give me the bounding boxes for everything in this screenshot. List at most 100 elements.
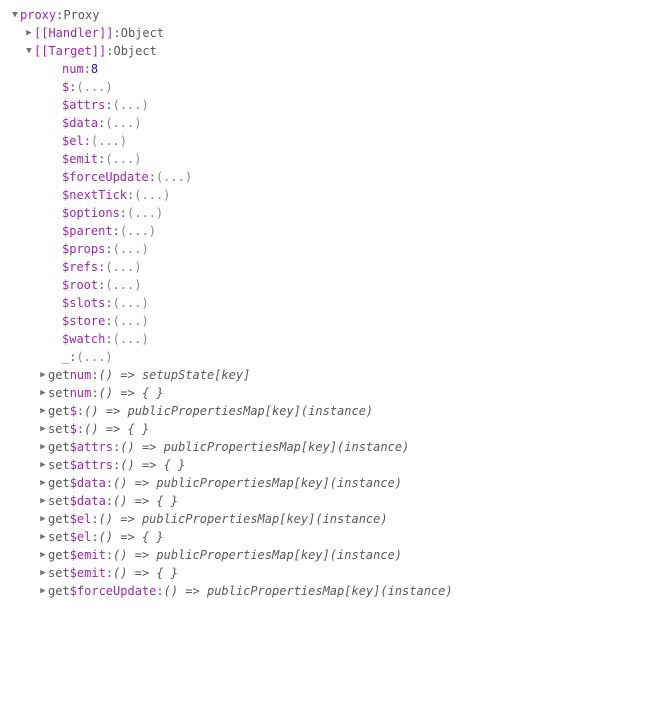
colon: : xyxy=(113,222,120,240)
tree-row[interactable]: $: (...) xyxy=(10,78,662,96)
tree-row-accessor[interactable]: ▶set $: () => { } xyxy=(10,420,662,438)
tree-row[interactable]: $forceUpdate: (...) xyxy=(10,168,662,186)
accessor-name: $data xyxy=(70,474,106,492)
accessor-kind: set xyxy=(48,492,70,510)
prop-ellipsis[interactable]: (...) xyxy=(76,78,112,96)
prop-ellipsis[interactable]: (...) xyxy=(91,132,127,150)
expand-right-icon[interactable]: ▶ xyxy=(38,420,48,438)
prop-key: $watch xyxy=(62,330,105,348)
expand-right-icon[interactable]: ▶ xyxy=(24,24,34,42)
colon: : xyxy=(91,366,98,384)
accessor-fn: () => { } xyxy=(99,528,164,546)
prop-key: [[Target]] xyxy=(34,42,106,60)
accessor-name: $el xyxy=(70,510,92,528)
prop-ellipsis[interactable]: (...) xyxy=(127,204,163,222)
colon: : xyxy=(105,294,112,312)
prop-ellipsis[interactable]: (...) xyxy=(105,276,141,294)
tree-row[interactable]: $options: (...) xyxy=(10,204,662,222)
expand-right-icon[interactable]: ▶ xyxy=(38,438,48,456)
colon: : xyxy=(77,402,84,420)
prop-key: $refs xyxy=(62,258,98,276)
colon: : xyxy=(106,474,113,492)
accessor-kind: get xyxy=(48,510,70,528)
tree-row-accessor[interactable]: ▶set num: () => { } xyxy=(10,384,662,402)
prop-ellipsis[interactable]: (...) xyxy=(134,186,170,204)
prop-ellipsis[interactable]: (...) xyxy=(120,222,156,240)
colon: : xyxy=(77,420,84,438)
tree-row-accessor[interactable]: ▶get $forceUpdate: () => publicPropertie… xyxy=(10,582,662,600)
tree-row[interactable]: $store: (...) xyxy=(10,312,662,330)
tree-row[interactable]: $parent: (...) xyxy=(10,222,662,240)
prop-ellipsis[interactable]: (...) xyxy=(113,294,149,312)
tree-row[interactable]: $emit: (...) xyxy=(10,150,662,168)
tree-row-accessor[interactable]: ▶get $data: () => publicPropertiesMap[ke… xyxy=(10,474,662,492)
accessor-name: $forceUpdate xyxy=(70,582,157,600)
prop-type: Object xyxy=(113,42,156,60)
prop-ellipsis[interactable]: (...) xyxy=(105,150,141,168)
prop-key: $emit xyxy=(62,150,98,168)
prop-value: 8 xyxy=(91,60,98,78)
accessor-fn: () => publicPropertiesMap[key](instance) xyxy=(113,474,402,492)
tree-row[interactable]: $props: (...) xyxy=(10,240,662,258)
expand-right-icon[interactable]: ▶ xyxy=(38,384,48,402)
tree-row[interactable]: $attrs: (...) xyxy=(10,96,662,114)
expand-right-icon[interactable]: ▶ xyxy=(38,510,48,528)
colon: : xyxy=(69,78,76,96)
tree-row[interactable]: $nextTick: (...) xyxy=(10,186,662,204)
expand-right-icon[interactable]: ▶ xyxy=(38,528,48,546)
accessor-kind: set xyxy=(48,420,70,438)
expand-right-icon[interactable]: ▶ xyxy=(38,546,48,564)
tree-row-target[interactable]: ▼ [[Target]] : Object xyxy=(10,42,662,60)
accessor-fn: () => { } xyxy=(84,420,149,438)
tree-row[interactable]: $data: (...) xyxy=(10,114,662,132)
tree-row-accessor[interactable]: ▶get $emit: () => publicPropertiesMap[ke… xyxy=(10,546,662,564)
tree-row-num[interactable]: num : 8 xyxy=(10,60,662,78)
colon: : xyxy=(91,528,98,546)
accessor-name: $attrs xyxy=(70,438,113,456)
prop-key: $ xyxy=(62,78,69,96)
accessor-name: num xyxy=(70,384,92,402)
tree-row-accessor[interactable]: ▶set $data: () => { } xyxy=(10,492,662,510)
expand-right-icon[interactable]: ▶ xyxy=(38,492,48,510)
tree-row[interactable]: $watch: (...) xyxy=(10,330,662,348)
tree-row[interactable]: $el: (...) xyxy=(10,132,662,150)
prop-ellipsis[interactable]: (...) xyxy=(105,114,141,132)
tree-row-accessor[interactable]: ▶get $el: () => publicPropertiesMap[key]… xyxy=(10,510,662,528)
tree-row-accessor[interactable]: ▶set $el: () => { } xyxy=(10,528,662,546)
expand-right-icon[interactable]: ▶ xyxy=(38,474,48,492)
tree-row-handler[interactable]: ▶ [[Handler]] : Object xyxy=(10,24,662,42)
prop-ellipsis[interactable]: (...) xyxy=(156,168,192,186)
colon: : xyxy=(69,348,76,366)
colon: : xyxy=(156,582,163,600)
expand-right-icon[interactable]: ▶ xyxy=(38,456,48,474)
prop-ellipsis[interactable]: (...) xyxy=(113,96,149,114)
tree-row-accessor[interactable]: ▶set $attrs: () => { } xyxy=(10,456,662,474)
tree-row-proxy[interactable]: ▼ proxy : Proxy xyxy=(10,6,662,24)
tree-row[interactable]: $root: (...) xyxy=(10,276,662,294)
colon: : xyxy=(113,24,120,42)
prop-key: $parent xyxy=(62,222,113,240)
accessor-name: $attrs xyxy=(70,456,113,474)
tree-row-accessor[interactable]: ▶set $emit: () => { } xyxy=(10,564,662,582)
tree-row[interactable]: $slots: (...) xyxy=(10,294,662,312)
tree-row[interactable]: $refs: (...) xyxy=(10,258,662,276)
prop-ellipsis[interactable]: (...) xyxy=(113,312,149,330)
prop-ellipsis[interactable]: (...) xyxy=(113,240,149,258)
tree-row-accessor[interactable]: ▶get $: () => publicPropertiesMap[key](i… xyxy=(10,402,662,420)
tree-row[interactable]: _: (...) xyxy=(10,348,662,366)
prop-ellipsis[interactable]: (...) xyxy=(113,330,149,348)
expand-right-icon[interactable]: ▶ xyxy=(38,582,48,600)
expand-right-icon[interactable]: ▶ xyxy=(38,366,48,384)
prop-ellipsis[interactable]: (...) xyxy=(76,348,112,366)
tree-row-accessor[interactable]: ▶get num: () => setupState[key] xyxy=(10,366,662,384)
expand-down-icon[interactable]: ▼ xyxy=(10,6,20,24)
tree-row-accessor[interactable]: ▶get $attrs: () => publicPropertiesMap[k… xyxy=(10,438,662,456)
prop-ellipsis[interactable]: (...) xyxy=(105,258,141,276)
colon: : xyxy=(120,204,127,222)
expand-right-icon[interactable]: ▶ xyxy=(38,402,48,420)
expand-down-icon[interactable]: ▼ xyxy=(24,42,34,60)
accessor-fn: () => publicPropertiesMap[key](instance) xyxy=(120,438,409,456)
expand-right-icon[interactable]: ▶ xyxy=(38,564,48,582)
prop-key: _ xyxy=(62,348,69,366)
colon: : xyxy=(84,132,91,150)
